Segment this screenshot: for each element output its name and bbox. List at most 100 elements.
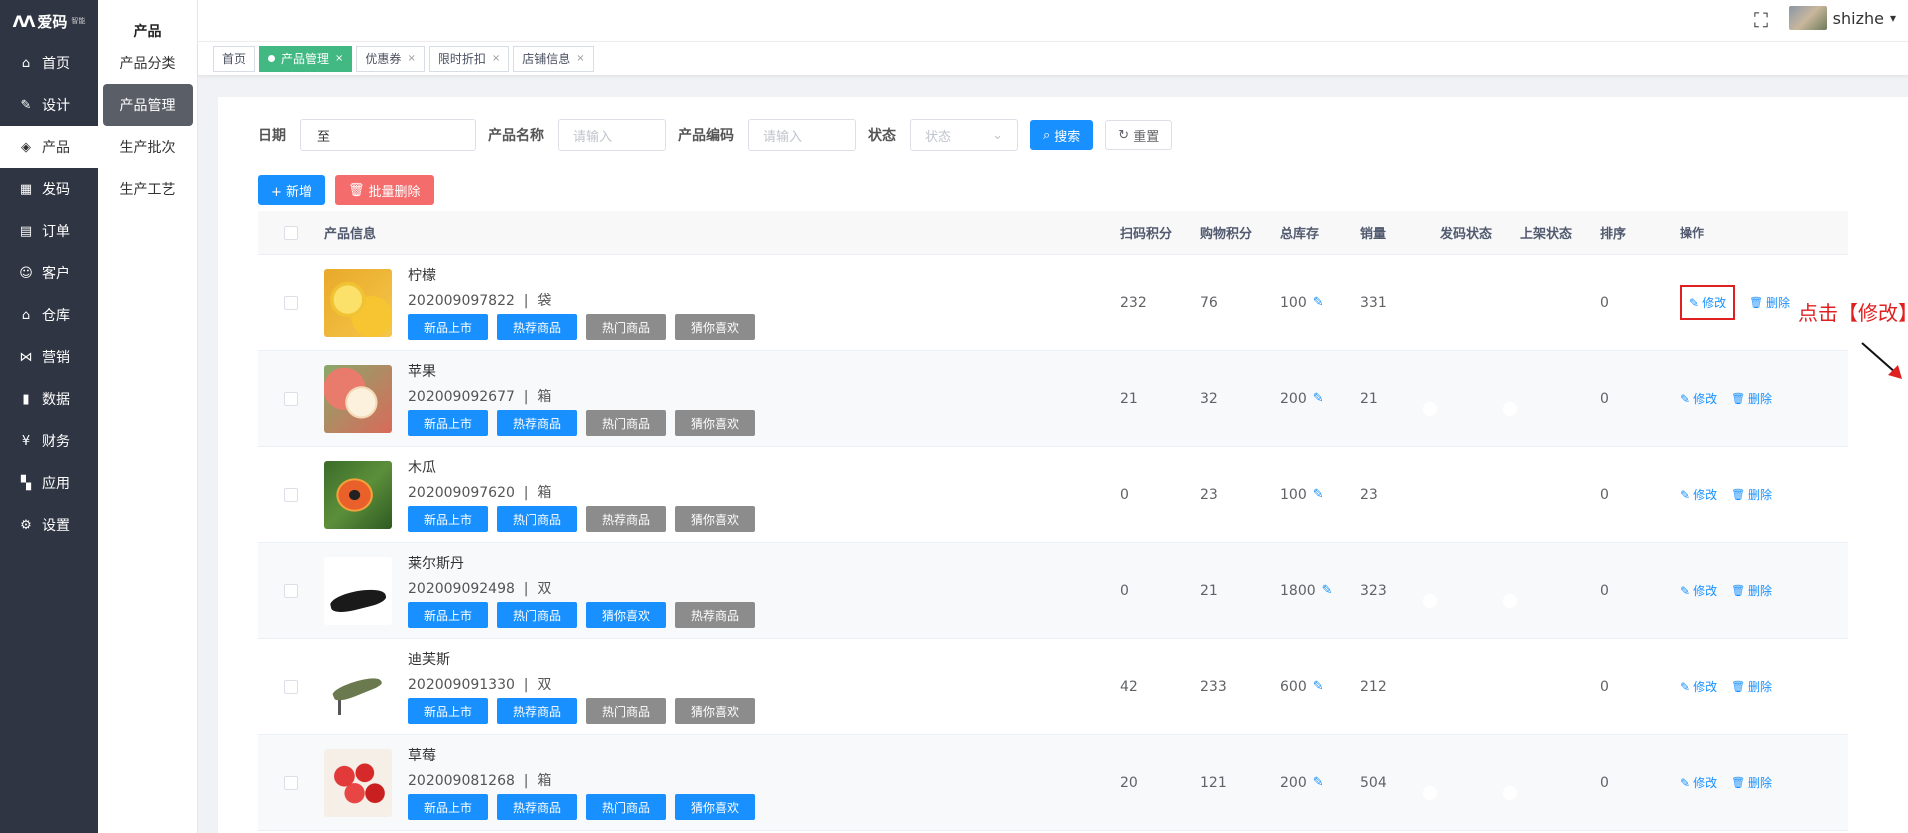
product-code-line: 202009092498 | 双: [408, 578, 755, 598]
edit-stock-icon[interactable]: ✎: [1313, 679, 1324, 694]
table-header: 产品信息 扫码积分 购物积分 总库存 销量 发码状态 上架状态 排序 操作: [258, 211, 1848, 255]
tab-4[interactable]: 店铺信息 ×: [513, 45, 594, 72]
nav-item-11[interactable]: ⚙ 设置: [0, 504, 98, 546]
edit-stock-icon[interactable]: ✎: [1313, 295, 1324, 310]
nav-item-10[interactable]: ▚ 应用: [0, 462, 98, 504]
stock-value: 100: [1280, 294, 1307, 311]
fullscreen-icon[interactable]: ⛶: [1754, 8, 1768, 32]
tag-button[interactable]: 热门商品: [497, 506, 577, 532]
product-code: 202009091330: [408, 677, 515, 693]
edit-stock-icon[interactable]: ✎: [1322, 583, 1333, 598]
nav-item-8[interactable]: ▮ 数据: [0, 378, 98, 420]
nav-item-7[interactable]: ⋈ 营销: [0, 336, 98, 378]
delete-button[interactable]: 🗑 删除: [1731, 486, 1772, 503]
tag-button[interactable]: 热门商品: [497, 602, 577, 628]
nav-item-5[interactable]: ☺ 客户: [0, 252, 98, 294]
product-unit: 箱: [537, 485, 552, 501]
edit-stock-icon[interactable]: ✎: [1313, 775, 1324, 790]
status-select[interactable]: 状态 ⌄: [910, 119, 1018, 151]
search-button[interactable]: ⌕ 搜索: [1030, 120, 1094, 150]
product-name: 木瓜: [408, 460, 436, 476]
row-checkbox[interactable]: [284, 487, 298, 502]
tag-button[interactable]: 新品上市: [408, 794, 488, 820]
row-checkbox[interactable]: [284, 775, 298, 790]
tag-button[interactable]: 猜你喜欢: [675, 698, 755, 724]
batch-delete-button[interactable]: 🗑 批量删除: [335, 175, 434, 205]
sort-value: 0: [1600, 582, 1609, 599]
tag-button[interactable]: 热门商品: [586, 698, 666, 724]
tag-button[interactable]: 新品上市: [408, 410, 488, 436]
edit-stock-icon[interactable]: ✎: [1313, 391, 1324, 406]
avatar[interactable]: [1788, 6, 1827, 30]
tag-button[interactable]: 新品上市: [408, 602, 488, 628]
tag-button[interactable]: 热门商品: [586, 794, 666, 820]
row-checkbox[interactable]: [284, 391, 298, 406]
nav-item-3[interactable]: ▦ 发码: [0, 168, 98, 210]
tag-button[interactable]: 热荐商品: [497, 314, 577, 340]
nav-item-6[interactable]: ⌂ 仓库: [0, 294, 98, 336]
tag-button[interactable]: 新品上市: [408, 506, 488, 532]
user-menu[interactable]: shizhe ▾: [1788, 6, 1896, 30]
tag-button[interactable]: 猜你喜欢: [675, 410, 755, 436]
tag-button[interactable]: 猜你喜欢: [675, 314, 755, 340]
tag-button[interactable]: 新品上市: [408, 314, 488, 340]
product-unit: 箱: [537, 389, 552, 405]
tag-button[interactable]: 猜你喜欢: [586, 602, 666, 628]
reset-button[interactable]: ↻ 重置: [1105, 120, 1173, 150]
nav-item-9[interactable]: ¥ 财务: [0, 420, 98, 462]
tag-button[interactable]: 热门商品: [586, 314, 666, 340]
tag-button[interactable]: 热荐商品: [497, 794, 577, 820]
delete-button[interactable]: 🗑 删除: [1731, 774, 1772, 791]
tab-3[interactable]: 限时折扣 ×: [428, 45, 510, 72]
submenu-item-3[interactable]: 生产工艺: [103, 168, 193, 210]
edit-button[interactable]: ✎ 修改: [1680, 774, 1717, 791]
tag-button[interactable]: 新品上市: [408, 698, 488, 724]
submenu-item-1[interactable]: 产品管理: [102, 84, 193, 126]
delete-button[interactable]: 🗑 删除: [1731, 678, 1772, 695]
tag-button[interactable]: 热荐商品: [497, 410, 577, 436]
date-range-input[interactable]: 至: [300, 119, 476, 151]
delete-button[interactable]: 🗑 删除: [1731, 582, 1772, 599]
edit-label: 修改: [1693, 392, 1718, 406]
submenu-title: 产品: [133, 24, 162, 40]
edit-stock-icon[interactable]: ✎: [1313, 487, 1324, 502]
tag-button[interactable]: 猜你喜欢: [675, 794, 755, 820]
brand-logo[interactable]: ΛΛ 爱码 智能: [0, 0, 98, 42]
tag-button[interactable]: 热荐商品: [497, 698, 577, 724]
submenu-item-2[interactable]: 生产批次: [103, 126, 193, 168]
tab-1[interactable]: 产品管理 ×: [259, 45, 353, 72]
tag-button[interactable]: 猜你喜欢: [675, 506, 755, 532]
nav-item-4[interactable]: ▤ 订单: [0, 210, 98, 252]
tag-button[interactable]: 热荐商品: [586, 506, 666, 532]
tab-label: 限时折扣: [437, 52, 486, 66]
tag-button[interactable]: 热门商品: [586, 410, 666, 436]
nav-item-1[interactable]: ✎ 设计: [0, 84, 98, 126]
trash-icon: 🗑: [1749, 296, 1764, 309]
share-icon: ⋈: [19, 349, 33, 365]
add-button[interactable]: + 新增: [258, 175, 326, 205]
close-icon[interactable]: ×: [335, 53, 343, 64]
row-checkbox[interactable]: [284, 295, 298, 310]
close-icon[interactable]: ×: [576, 53, 584, 64]
select-all-checkbox[interactable]: [284, 225, 298, 240]
tab-2[interactable]: 优惠券 ×: [356, 45, 425, 72]
close-icon[interactable]: ×: [407, 53, 415, 64]
product-name-input[interactable]: 请输入: [558, 119, 666, 151]
nav-item-0[interactable]: ⌂ 首页: [0, 42, 98, 84]
edit-button[interactable]: ✎ 修改: [1680, 390, 1717, 407]
edit-button[interactable]: ✎ 修改: [1680, 582, 1717, 599]
product-code-input[interactable]: 请输入: [748, 119, 856, 151]
edit-button[interactable]: ✎ 修改: [1680, 486, 1717, 503]
gear-icon: ⚙: [20, 517, 32, 533]
edit-button[interactable]: ✎ 修改: [1680, 285, 1736, 320]
nav-item-2[interactable]: ◈ 产品: [0, 126, 98, 168]
delete-button[interactable]: 🗑 删除: [1731, 390, 1772, 407]
row-checkbox[interactable]: [284, 679, 298, 694]
tab-0[interactable]: 首页: [213, 45, 256, 72]
close-icon[interactable]: ×: [492, 53, 500, 64]
tag-button[interactable]: 热荐商品: [675, 602, 755, 628]
row-checkbox[interactable]: [284, 583, 298, 598]
edit-button[interactable]: ✎ 修改: [1680, 678, 1717, 695]
delete-button[interactable]: 🗑 删除: [1749, 294, 1790, 311]
batch-delete-label: 批量删除: [368, 184, 421, 200]
